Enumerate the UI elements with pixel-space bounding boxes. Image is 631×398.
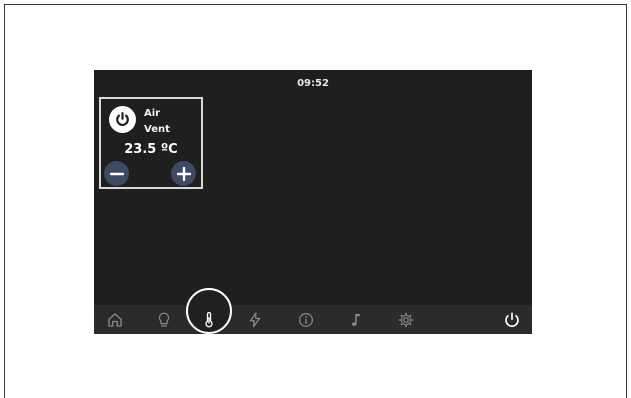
- music-note-icon: [351, 314, 360, 326]
- air-vent-card: Air Vent 23.5 ºC: [99, 97, 203, 189]
- vent-title: Air Vent: [144, 106, 170, 138]
- minus-icon: [109, 172, 124, 175]
- decrease-temperature-button[interactable]: [104, 161, 129, 186]
- info-icon: [299, 313, 313, 327]
- vent-power-button[interactable]: [109, 106, 136, 133]
- gear-icon: [398, 312, 414, 328]
- nav-music[interactable]: [347, 311, 365, 329]
- lightbulb-icon: [158, 312, 170, 327]
- clock: 09:52: [297, 78, 329, 89]
- temperature-value: 23.5 ºC: [124, 142, 178, 157]
- thermometer-icon: [205, 311, 213, 328]
- display-screen: 09:52 Air Vent 23.5 ºC: [94, 70, 532, 334]
- power-icon: [505, 312, 519, 327]
- nav-lights[interactable]: [155, 311, 173, 329]
- plus-icon: [176, 166, 191, 181]
- nav-info[interactable]: [297, 311, 315, 329]
- lightning-icon: [249, 312, 261, 328]
- nav-shutdown[interactable]: [503, 311, 521, 329]
- increase-temperature-button[interactable]: [171, 161, 196, 186]
- vent-title-line1: Air: [144, 108, 161, 119]
- vent-title-line2: Vent: [144, 124, 170, 135]
- nav-climate[interactable]: [200, 311, 218, 329]
- home-icon: [108, 313, 122, 327]
- nav-energy[interactable]: [246, 311, 264, 329]
- bottom-nav-bar: [94, 288, 532, 334]
- nav-settings[interactable]: [397, 311, 415, 329]
- nav-home[interactable]: [106, 311, 124, 329]
- power-icon: [116, 112, 129, 126]
